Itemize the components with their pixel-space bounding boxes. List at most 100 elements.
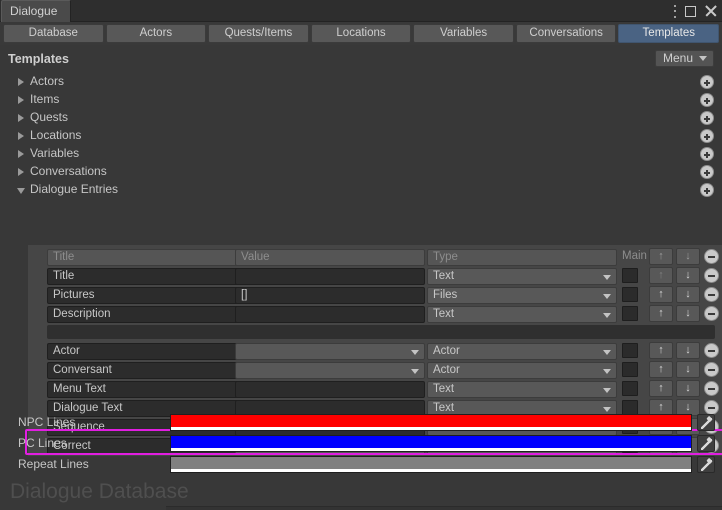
field-value-input[interactable]: [235, 380, 425, 398]
chevron-down-icon: [603, 406, 611, 412]
add-quests-icon[interactable]: [700, 111, 714, 125]
field-value-input[interactable]: [235, 267, 425, 285]
field-title-input[interactable]: Description: [47, 305, 250, 323]
tree-item-actors[interactable]: Actors: [0, 73, 722, 91]
field-main-checkbox[interactable]: [622, 268, 638, 283]
field-type-dropdown[interactable]: Text: [427, 305, 617, 323]
tree-item-label: Actors: [30, 74, 65, 88]
kebab-menu-icon[interactable]: [673, 4, 676, 18]
chevron-right-icon[interactable]: [18, 132, 24, 140]
field-main-checkbox[interactable]: [622, 343, 638, 358]
remove-field-icon[interactable]: [704, 268, 719, 283]
table-row[interactable]: Pictures [] Files ↑ ↓: [28, 286, 722, 304]
move-down-button[interactable]: ↓: [676, 267, 700, 284]
tree-item-quests[interactable]: Quests: [0, 109, 722, 127]
move-up-button[interactable]: ↑: [649, 305, 673, 322]
maximize-icon[interactable]: [685, 5, 696, 17]
move-down-button[interactable]: ↓: [676, 342, 700, 359]
table-row[interactable]: Description Text ↑ ↓: [28, 305, 722, 323]
tree-item-variables[interactable]: Variables: [0, 145, 722, 163]
column-header-title: Title: [47, 248, 250, 266]
field-type-dropdown[interactable]: Text: [427, 380, 617, 398]
repeat-lines-color-swatch[interactable]: [170, 456, 692, 473]
tree-item-dialogue-entries[interactable]: Dialogue Entries: [0, 181, 722, 199]
alpha-bar: [171, 469, 691, 472]
color-label: NPC Lines: [18, 415, 76, 429]
chevron-right-icon[interactable]: [18, 78, 24, 86]
field-value-dropdown[interactable]: [235, 361, 425, 379]
window-tab-dialogue[interactable]: Dialogue: [1, 0, 71, 22]
tab-locations[interactable]: Locations: [310, 24, 412, 43]
field-title-input[interactable]: Pictures: [47, 286, 250, 304]
eyedropper-icon[interactable]: [697, 456, 715, 473]
tree-item-items[interactable]: Items: [0, 91, 722, 109]
chevron-right-icon[interactable]: [18, 96, 24, 104]
tree-item-label: Dialogue Entries: [30, 182, 119, 196]
tab-variables[interactable]: Variables: [413, 24, 514, 43]
eyedropper-icon[interactable]: [697, 414, 715, 431]
add-items-icon[interactable]: [700, 93, 714, 107]
field-title-input[interactable]: Conversant: [47, 361, 250, 379]
close-icon[interactable]: [705, 5, 717, 17]
pc-lines-color-swatch[interactable]: [170, 435, 692, 452]
npc-lines-color-swatch[interactable]: [170, 414, 692, 431]
add-actors-icon[interactable]: [700, 75, 714, 89]
field-type-dropdown[interactable]: Actor: [427, 342, 617, 360]
eyedropper-icon[interactable]: [697, 435, 715, 452]
chevron-right-icon[interactable]: [18, 114, 24, 122]
chevron-down-icon[interactable]: [17, 188, 25, 194]
move-down-button[interactable]: ↓: [676, 305, 700, 322]
alpha-bar: [171, 427, 691, 430]
move-down-button[interactable]: ↓: [676, 286, 700, 303]
chevron-down-icon: [603, 368, 611, 374]
move-up-button[interactable]: ↑: [649, 342, 673, 359]
menu-dropdown-button[interactable]: Menu: [654, 50, 714, 67]
tree-item-conversations[interactable]: Conversations: [0, 163, 722, 181]
table-row[interactable]: Actor Actor ↑ ↓: [28, 342, 722, 360]
database-watermark: Dialogue Database: [10, 480, 189, 503]
tab-quests-items[interactable]: Quests/Items: [208, 24, 309, 43]
table-row[interactable]: Title Text ↑ ↓: [28, 267, 722, 285]
add-conversations-icon[interactable]: [700, 165, 714, 179]
field-main-checkbox[interactable]: [622, 362, 638, 377]
add-locations-icon[interactable]: [700, 129, 714, 143]
field-main-checkbox[interactable]: [622, 381, 638, 396]
field-type-dropdown[interactable]: Text: [427, 267, 617, 285]
move-down-button[interactable]: ↓: [676, 380, 700, 397]
tab-templates[interactable]: Templates: [618, 24, 720, 43]
move-up-button[interactable]: ↑: [649, 286, 673, 303]
field-title-input[interactable]: Title: [47, 267, 250, 285]
field-title-input[interactable]: Actor: [47, 342, 250, 360]
remove-field-icon[interactable]: [704, 362, 719, 377]
move-down-button[interactable]: ↓: [676, 361, 700, 378]
chevron-right-icon[interactable]: [18, 150, 24, 158]
add-dialogue-entry-icon[interactable]: [700, 183, 714, 197]
move-up-button[interactable]: ↑: [649, 361, 673, 378]
remove-field-icon[interactable]: [704, 381, 719, 396]
remove-field-icon[interactable]: [704, 287, 719, 302]
field-value-dropdown[interactable]: [235, 342, 425, 360]
field-type-dropdown[interactable]: Files: [427, 286, 617, 304]
tree-item-locations[interactable]: Locations: [0, 127, 722, 145]
move-up-button[interactable]: ↑: [649, 267, 673, 284]
table-row[interactable]: Conversant Actor ↑ ↓: [28, 361, 722, 379]
field-main-checkbox[interactable]: [622, 287, 638, 302]
chevron-down-icon: [411, 349, 419, 355]
chevron-right-icon[interactable]: [18, 168, 24, 176]
add-variables-icon[interactable]: [700, 147, 714, 161]
table-row[interactable]: Menu Text Text ↑ ↓: [28, 380, 722, 398]
field-value-input[interactable]: []: [235, 286, 425, 304]
tree-item-label: Conversations: [30, 164, 107, 178]
field-title-input[interactable]: Menu Text: [47, 380, 250, 398]
field-type-dropdown[interactable]: Actor: [427, 361, 617, 379]
tab-database[interactable]: Database: [3, 24, 104, 43]
tab-conversations[interactable]: Conversations: [515, 24, 617, 43]
tab-actors[interactable]: Actors: [105, 24, 207, 43]
field-value-input[interactable]: [235, 305, 425, 323]
alpha-bar: [171, 448, 691, 451]
remove-field-icon[interactable]: [704, 343, 719, 358]
move-up-button[interactable]: ↑: [649, 380, 673, 397]
remove-field-icon[interactable]: [704, 306, 719, 321]
field-main-checkbox[interactable]: [622, 306, 638, 321]
menu-dropdown-label: Menu: [662, 51, 693, 65]
